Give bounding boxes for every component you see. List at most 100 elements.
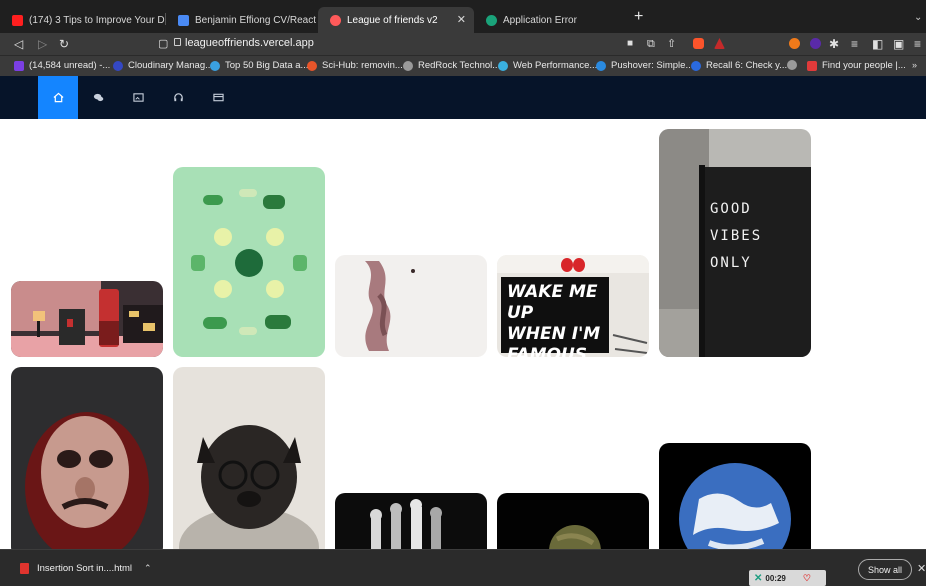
more-bookmarks-icon[interactable]: » [912, 60, 917, 70]
url-field[interactable]: leagueoffriends.vercel.app [185, 37, 314, 49]
tab-application-error[interactable]: Application Error [474, 7, 624, 33]
download-bar: Insertion Sort in....html ⌃ ✕ 00:29 ♡ Sh… [0, 549, 926, 586]
photo-masked-man[interactable] [11, 367, 163, 549]
photo-speaker-room[interactable] [11, 281, 163, 357]
youtube-icon [12, 14, 23, 26]
nav-card[interactable] [198, 76, 238, 119]
tab-title: Application Error [503, 14, 577, 26]
screen-recorder-widget[interactable]: ✕ 00:29 ♡ [749, 570, 826, 586]
wake-me-up-sign-text: WAKE ME UP WHEN I'M FAMOUS [507, 282, 619, 357]
photo-chess[interactable] [335, 493, 487, 549]
nav-chat[interactable] [78, 76, 118, 119]
new-tab-button[interactable]: + [634, 8, 643, 26]
extension-badge-icon[interactable] [810, 38, 821, 49]
photo-vegetables[interactable] [173, 167, 325, 357]
shield-icon[interactable]: ♡ [803, 573, 811, 584]
bookmark-label: Recall 6: Check y... [706, 60, 788, 71]
back-icon[interactable]: ◁ [14, 37, 23, 51]
card-icon [212, 93, 224, 102]
photo-image [11, 281, 163, 357]
brave-rewards-icon[interactable] [714, 38, 725, 49]
close-tab-icon[interactable]: ✕ [457, 13, 466, 26]
bookmark-item[interactable] [787, 60, 802, 70]
home-icon [53, 92, 63, 103]
extension-icon[interactable] [789, 38, 800, 49]
photo-planet[interactable] [497, 493, 649, 549]
extensions-puzzle-icon[interactable]: ✱ [829, 37, 839, 51]
cloudinary-icon [113, 60, 123, 71]
bookmark-item[interactable]: Sci-Hub: removin... [307, 60, 403, 71]
photo-image [497, 493, 649, 549]
tab-title: (174) 3 Tips to Improve Your Develo [29, 14, 165, 26]
reading-list-icon[interactable]: ≡ [851, 37, 858, 51]
wallet-icon[interactable]: ▣ [893, 37, 904, 51]
google-docs-icon [178, 14, 189, 26]
photo-pug-glasses[interactable] [173, 367, 325, 549]
site-icon [330, 14, 341, 26]
bookmark-item[interactable]: Web Performance... [498, 60, 597, 71]
html-file-icon [20, 563, 29, 574]
pushover-icon [596, 60, 606, 71]
photo-earth[interactable] [659, 443, 811, 549]
mail-icon [14, 60, 24, 71]
site-favicon-icon [210, 60, 220, 71]
install-icon[interactable]: ⧉ [647, 37, 655, 51]
forward-icon[interactable]: ▷ [38, 37, 47, 51]
address-toolbar: ◁ ▷ ↻ ▢ leagueoffriends.vercel.app ■ ⧉ ⇧… [0, 33, 926, 55]
bookmark-item[interactable]: (14,584 unread) -... [14, 60, 110, 71]
bookmark-item[interactable]: Pushover: Simple... [596, 60, 693, 71]
bookmark-label: Web Performance... [513, 60, 598, 71]
photo-image [11, 367, 163, 549]
recall-icon [691, 60, 701, 71]
bookmark-label: Pushover: Simple... [611, 60, 694, 71]
photo-image [173, 167, 325, 357]
scihub-icon [307, 60, 317, 71]
photo-ink-smoke[interactable] [335, 255, 487, 357]
share-icon[interactable]: ⇧ [667, 37, 676, 51]
image-icon [132, 93, 144, 102]
download-file-name: Insertion Sort in....html [37, 563, 133, 574]
nav-image[interactable] [118, 76, 158, 119]
tab-strip: (174) 3 Tips to Improve Your Develo Benj… [0, 0, 926, 33]
photo-image [659, 443, 811, 549]
browser-window: (174) 3 Tips to Improve Your Develo Benj… [0, 0, 926, 586]
photo-wake-me-up-sign[interactable]: WAKE ME UP WHEN I'M FAMOUS [497, 255, 649, 357]
camera-icon[interactable]: ■ [627, 37, 633, 51]
bookmark-item[interactable]: Top 50 Big Data a... [210, 60, 308, 71]
tab-league-of-friends[interactable]: League of friends v2 ✕ [318, 7, 474, 33]
nav-home[interactable] [38, 76, 78, 119]
photo-image [335, 255, 487, 357]
tab-title: League of friends v2 [347, 14, 438, 26]
show-all-button[interactable]: Show all [858, 559, 912, 580]
meetup-icon [807, 60, 817, 71]
tab-search-icon[interactable]: ⌄ [914, 12, 922, 23]
close-icon[interactable]: ✕ [917, 562, 926, 575]
bookmark-icon[interactable]: ▢ [158, 37, 168, 51]
tab-youtube[interactable]: (174) 3 Tips to Improve Your Develo [0, 7, 165, 33]
sign-line: FAMOUS [507, 345, 587, 357]
bookmark-item[interactable]: Cloudinary Manag... [113, 60, 213, 71]
bookmark-item[interactable]: Find your people |... [807, 60, 906, 71]
sidebar-icon[interactable]: ◧ [872, 37, 883, 51]
nav-music[interactable] [158, 76, 198, 119]
bookmark-label: Top 50 Big Data a... [225, 60, 309, 71]
chevron-up-icon[interactable]: ⌃ [144, 563, 152, 574]
globe-icon [403, 60, 413, 71]
recorder-icon: ✕ [754, 572, 763, 584]
sign-line: WHEN I'M [507, 324, 601, 344]
sign-line: GOOD [710, 201, 752, 217]
tab-cv-doc[interactable]: Benjamin Effiong CV/React Enginee [166, 7, 318, 33]
photo-image [173, 367, 325, 549]
photo-good-vibes-sign[interactable]: GOOD VIBES ONLY [659, 129, 811, 357]
bookmark-label: RedRock Technol... [418, 60, 501, 71]
bookmark-item[interactable]: RedRock Technol... [403, 60, 500, 71]
lock-icon [174, 38, 181, 46]
menu-icon[interactable]: ≡ [914, 37, 921, 51]
download-item[interactable]: Insertion Sort in....html ⌃ [20, 563, 152, 574]
site-navbar [0, 76, 926, 119]
bookmark-item[interactable]: Recall 6: Check y... [691, 60, 787, 71]
brave-shield-icon[interactable] [693, 38, 704, 49]
reload-icon[interactable]: ↻ [59, 37, 69, 51]
bookmark-label: Sci-Hub: removin... [322, 60, 403, 71]
tab-title: Benjamin Effiong CV/React Enginee [195, 14, 318, 26]
